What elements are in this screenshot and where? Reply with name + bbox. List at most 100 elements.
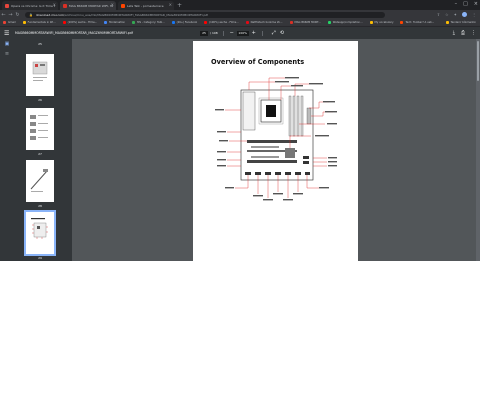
page-number-input[interactable]: 25: [200, 30, 208, 36]
tab-strip: Opera vs Chrome: Is it Time to Switch? ×…: [0, 0, 480, 10]
bookmark-favicon: [22, 21, 26, 24]
bookmark-item[interactable]: MAG B660M MORT...: [289, 21, 321, 24]
url-text: download.msi.com/archive/mnu_exe/mb/MAGB…: [36, 13, 209, 17]
viewer-scrollbar[interactable]: [476, 39, 480, 261]
tab-opera-vs-chrome[interactable]: Opera vs Chrome: Is it Time to Switch? ×: [2, 1, 58, 10]
close-icon[interactable]: ×: [111, 3, 114, 7]
close-icon[interactable]: ×: [53, 3, 56, 7]
download-icon[interactable]: ⤓: [453, 30, 455, 36]
thumbnail-content: [31, 218, 48, 239]
share-icon[interactable]: ⇪: [437, 12, 440, 17]
thumbnail-number: 29: [38, 256, 42, 260]
thumbnail-number: 25: [38, 42, 42, 46]
toolbar-extensions: ⇪ ☆ ✦ ⋮: [437, 12, 476, 17]
maximize-icon[interactable]: □: [463, 1, 468, 7]
minimize-icon[interactable]: –: [455, 1, 458, 7]
bookmark-label: Watsapp/compilation...: [332, 21, 363, 24]
scrollbar-thumb[interactable]: [477, 41, 479, 81]
back-icon[interactable]: ←: [0, 12, 7, 18]
bookmark-item[interactable]: Netflixtech bookme 2k...: [245, 21, 283, 24]
close-window-icon[interactable]: ×: [474, 1, 478, 7]
pdf-title: MAGB660MMORTARWIFI_MAGB660MMORTAR_MAGZ69…: [15, 31, 133, 35]
bookmark-item[interactable]: Tech: Toolbar? A usb...: [400, 21, 434, 24]
bookmark-item[interactable]: MS - Category: Tabl...: [132, 21, 165, 24]
bookmark-label: MAG B660M MORT...: [294, 21, 321, 24]
zoom-input[interactable]: 100%: [236, 30, 249, 36]
bookmark-label: Netflixtech bookme 2k...: [250, 21, 283, 24]
reddit-favicon: [121, 3, 125, 8]
thumbnail-panel: 25 26 27 28 29: [14, 39, 72, 261]
thumbnail-number: 28: [38, 204, 42, 208]
bookmark-item[interactable]: (26+) Facebook: [171, 21, 198, 24]
bookmarks-bar: Gmail Fundamentals in Wi... (100%) ascha…: [0, 19, 480, 27]
tab-reddit[interactable]: Lets Talk - pcmasterrace ×: [118, 1, 174, 10]
rotate-icon[interactable]: ⟲: [280, 30, 284, 36]
bookmark-item[interactable]: My vocabulary: [369, 21, 394, 24]
pdf-viewer: Overview of Components: [72, 39, 480, 261]
divider: [222, 30, 224, 36]
avatar[interactable]: [462, 12, 467, 17]
fit-page-icon[interactable]: ⤢: [272, 30, 276, 36]
close-icon[interactable]: ×: [169, 3, 172, 7]
extensions-icon[interactable]: ✦: [454, 12, 457, 17]
browser-window: Opera vs Chrome: Is it Time to Switch? ×…: [0, 0, 480, 261]
thumbnail-number: 26: [38, 98, 42, 102]
url-input[interactable]: 🔒 download.msi.com/archive/mnu_exe/mb/MA…: [25, 11, 385, 18]
pdf-page: Overview of Components: [193, 41, 358, 261]
bookmark-item[interactable]: Fundamentals in Wi...: [22, 21, 56, 24]
bookmark-label: Modelnation: [109, 21, 126, 24]
bookmark-label: (100%) ascha - Films...: [209, 21, 239, 24]
bookmark-favicon: [171, 21, 175, 24]
new-tab-button[interactable]: +: [177, 1, 182, 10]
page-thumbnail-selected[interactable]: [24, 210, 56, 256]
pdf-favicon: [63, 3, 67, 8]
page-thumbnail[interactable]: [26, 108, 54, 150]
bookmark-item[interactable]: (100%) ascha - Films...: [62, 21, 98, 24]
bookmark-item[interactable]: (100%) ascha - Films...: [204, 21, 239, 24]
bookmark-favicon: [369, 21, 373, 24]
address-bar-row: ← → ↻ 🔒 download.msi.com/archive/mnu_exe…: [0, 10, 480, 19]
thumbnails-view-icon[interactable]: ▣: [0, 39, 14, 49]
bookmark-label: Gmail: [8, 21, 16, 24]
bookmark-favicon: [132, 21, 136, 24]
bookmark-label: My vocabulary: [374, 21, 394, 24]
url-path: /archive/mnu_exe/mb/MAGB660MMORTARWIFI_M…: [63, 12, 209, 17]
zoom-in-icon[interactable]: +: [251, 30, 257, 36]
more-icon[interactable]: ⋮: [471, 30, 476, 36]
bookmark-item[interactable]: Gmail: [3, 21, 16, 24]
bookmark-label: Tech: Toolbar? A usb...: [405, 21, 435, 24]
bookmark-favicon: [62, 21, 66, 24]
sidebar-rail: ▣ ≡: [0, 39, 14, 261]
tab-pdf-manual[interactable]: MAG B660M MORTAR WIFI, MAG B... ×: [60, 1, 116, 10]
outline-view-icon[interactable]: ≡: [0, 49, 14, 59]
other-bookmarks[interactable]: Tenders' bókmerkin: [445, 21, 476, 24]
print-icon[interactable]: ⎙: [461, 30, 465, 36]
other-bookmarks-label: Tenders' bókmerkin: [450, 21, 476, 24]
bookmark-label: MS - Category: Tabl...: [137, 21, 165, 24]
sidebar-menu-icon[interactable]: ☰: [4, 30, 12, 37]
bookmark-favicon: [245, 21, 249, 24]
page-thumbnail[interactable]: [26, 160, 54, 202]
bookmark-label: Fundamentals in Wi...: [27, 21, 56, 24]
bookmark-favicon: [104, 21, 108, 24]
page-title: Overview of Components: [211, 58, 305, 66]
bookmark-label: (100%) ascha - Films...: [67, 21, 98, 24]
zoom-out-icon[interactable]: −: [229, 30, 235, 36]
window-controls: – □ ×: [455, 1, 478, 7]
star-icon[interactable]: ☆: [445, 12, 449, 17]
forward-icon[interactable]: →: [7, 12, 14, 18]
thumbnail-content: [32, 61, 48, 81]
bookmark-item[interactable]: Watsapp/compilation...: [327, 21, 363, 24]
more-icon[interactable]: ⋮: [472, 12, 476, 17]
page-thumbnail[interactable]: [26, 54, 54, 96]
reload-icon[interactable]: ↻: [14, 12, 21, 18]
tab-favicon: [5, 3, 9, 8]
tab-label: Opera vs Chrome: Is it Time to Switch?: [11, 3, 55, 8]
bookmark-favicon: [3, 21, 6, 24]
divider: [261, 30, 263, 36]
bookmark-item[interactable]: Modelnation: [104, 21, 125, 24]
bookmark-favicon: [327, 21, 331, 24]
bookmark-label: (26+) Facebook: [176, 21, 198, 24]
tab-label: Lets Talk - pcmasterrace: [127, 3, 164, 8]
page-total: / 108: [210, 31, 218, 35]
